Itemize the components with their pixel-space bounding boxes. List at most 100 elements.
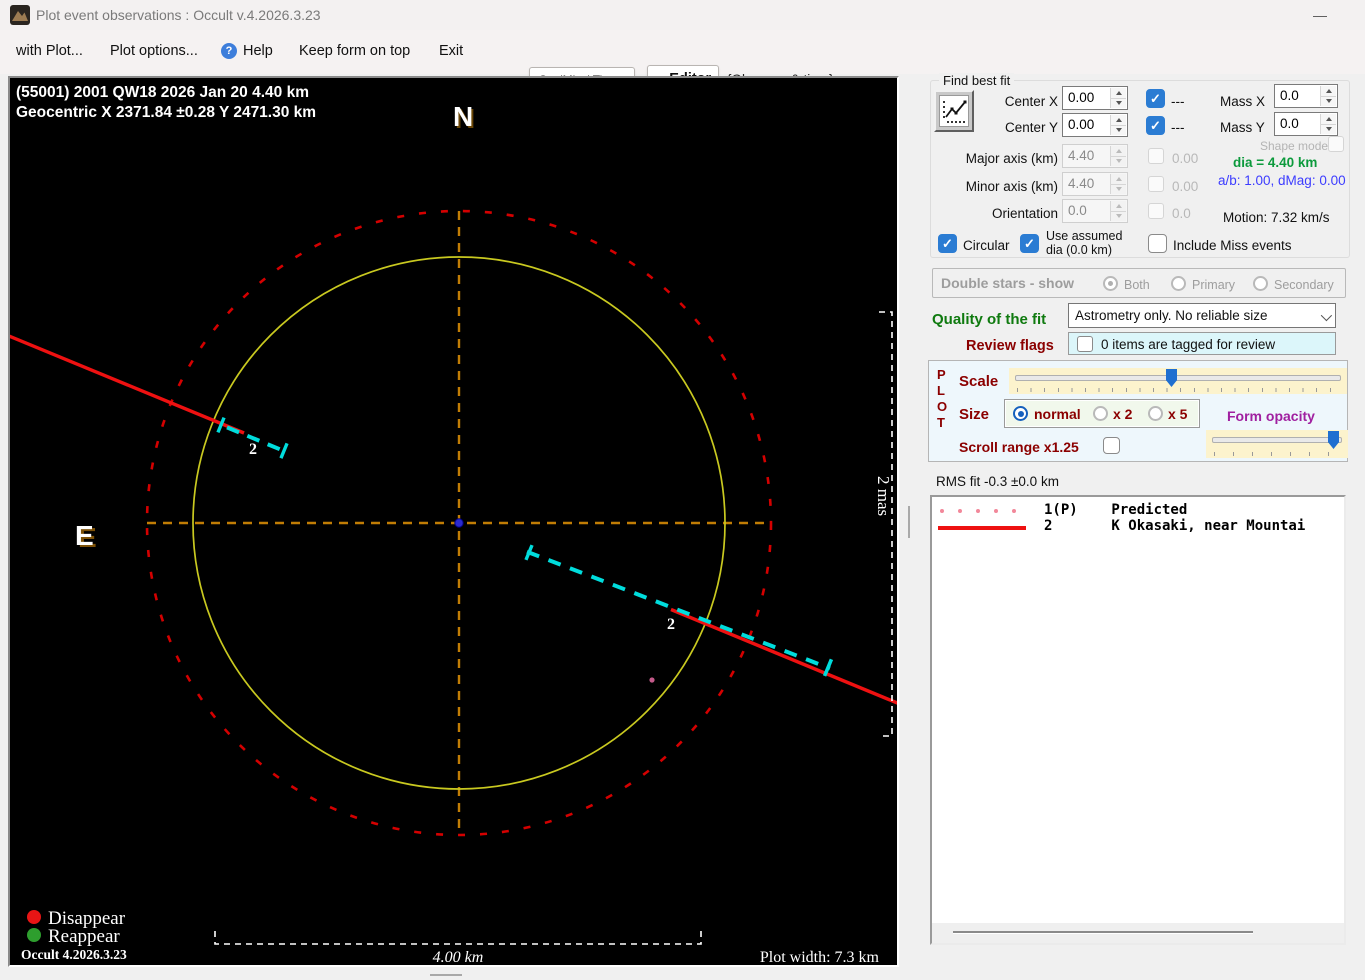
mass-x-spinner[interactable] <box>1320 86 1336 106</box>
shape-model-checkbox[interactable] <box>1328 136 1344 152</box>
menu-plot-options[interactable]: Plot options... <box>110 43 198 59</box>
predicted-path-right <box>670 607 897 705</box>
mass-y-label: Mass Y <box>1220 120 1265 135</box>
observations-list[interactable]: 1(P) Predicted 2 K Okasaki, near Mountai <box>930 495 1346 945</box>
horizontal-splitter-handle[interactable] <box>430 974 462 976</box>
form-opacity-slider[interactable] <box>1206 430 1348 458</box>
chevron-down-icon <box>1320 309 1333 322</box>
menu-bar: with Plot... Plot options... ? Help Keep… <box>0 30 1365 94</box>
mass-y-input[interactable]: 0.0 <box>1274 112 1338 136</box>
use-assumed-checkbox[interactable]: ✓ <box>1020 234 1039 253</box>
minimize-button[interactable]: — <box>1300 2 1340 28</box>
major-axis-spinner <box>1110 146 1126 166</box>
find-best-fit-label: Find best fit <box>939 73 1015 88</box>
size-x5-radio[interactable] <box>1148 406 1163 421</box>
help-icon[interactable]: ? <box>221 43 237 59</box>
double-both-radio[interactable] <box>1103 276 1118 291</box>
orientation-input: 0.0 <box>1062 199 1128 223</box>
menu-help[interactable]: Help <box>243 43 273 59</box>
double-secondary-radio[interactable] <box>1253 276 1268 291</box>
mass-x-label: Mass X <box>1220 94 1266 109</box>
find-best-fit-button[interactable] <box>934 90 974 132</box>
center-x-dash: --- <box>1171 94 1185 109</box>
north-label: N <box>453 101 473 132</box>
plot-header-line2: Geocentric X 2371.84 ±0.28 Y 2471.30 km <box>16 104 316 121</box>
menu-keep-on-top[interactable]: Keep form on top <box>299 43 410 59</box>
scale-slider-thumb[interactable] <box>1166 369 1177 387</box>
center-x-input[interactable]: 0.00 <box>1062 86 1128 110</box>
vertical-scale-label: 2 mas <box>874 476 893 516</box>
center-x-spinner[interactable] <box>1110 88 1126 108</box>
major-axis-checkbox[interactable] <box>1148 148 1164 164</box>
size-x2-radio[interactable] <box>1093 406 1108 421</box>
size-x2-label: x 2 <box>1113 406 1133 422</box>
predicted-path-left <box>10 334 245 435</box>
vertical-splitter-handle[interactable] <box>908 506 910 538</box>
orientation-spinner <box>1110 201 1126 221</box>
east-label: E <box>75 520 94 551</box>
legend-reappear: Reappear <box>48 926 120 947</box>
occultation-plot[interactable]: 2 2 2 mas 4.00 km Plot width: 7.3 km (55… <box>8 76 899 967</box>
major-axis-label: Major axis (km) <box>965 151 1058 166</box>
circular-label: Circular <box>963 238 1010 253</box>
size-normal-radio[interactable] <box>1013 406 1028 421</box>
major-axis-alt: 0.00 <box>1172 151 1199 166</box>
event-point <box>649 677 655 683</box>
orientation-label: Orientation <box>991 206 1058 221</box>
size-label: Size <box>959 406 990 423</box>
vertical-scale-bracket <box>879 311 893 737</box>
form-opacity-label: Form opacity <box>1227 408 1315 424</box>
scale-slider[interactable] <box>1009 368 1347 394</box>
size-radio-group: normal x 2 x 5 <box>1004 399 1200 428</box>
double-primary-label: Primary <box>1192 278 1236 292</box>
minor-axis-checkbox[interactable] <box>1148 176 1164 192</box>
observed-line-icon <box>938 526 1026 530</box>
minor-axis-spinner <box>1110 174 1126 194</box>
review-flags-label: Review flags <box>966 338 1054 354</box>
orientation-checkbox[interactable] <box>1148 203 1164 219</box>
review-flags-text: 0 items are tagged for review <box>1101 337 1276 352</box>
size-normal-label: normal <box>1034 406 1081 422</box>
center-x-label: Center X <box>1004 94 1058 109</box>
scroll-range-label: Scroll range x1.25 <box>959 439 1079 455</box>
horizontal-scale-label: 4.00 km <box>433 949 484 965</box>
include-miss-checkbox[interactable] <box>1148 234 1167 253</box>
use-assumed-label: Use assumed dia (0.0 km) <box>1046 229 1123 257</box>
diameter-label: dia = 4.40 km <box>1233 155 1318 170</box>
review-flags-box: 0 items are tagged for review <box>1068 332 1336 355</box>
orientation-alt: 0.0 <box>1172 206 1191 221</box>
plot-version-label: Occult 4.2026.3.23 <box>21 947 127 962</box>
chord2-label-left: 2 <box>249 441 257 458</box>
center-y-label: Center Y <box>1004 120 1058 135</box>
circular-checkbox[interactable]: ✓ <box>938 234 957 253</box>
center-y-checkbox[interactable]: ✓ <box>1146 116 1165 135</box>
predicted-line-icon <box>940 509 1030 513</box>
chord2-label-right: 2 <box>667 616 675 633</box>
disappear-dot-icon <box>27 910 41 924</box>
mass-x-input[interactable]: 0.0 <box>1274 84 1338 108</box>
menu-exit[interactable]: Exit <box>439 43 463 59</box>
plot-letter-o: O <box>937 399 948 414</box>
occult-window: Plot event observations : Occult v.4.202… <box>0 0 1365 980</box>
menu-with-plot[interactable]: with Plot... <box>16 43 83 59</box>
list-item[interactable]: 1(P) Predicted <box>1044 502 1344 518</box>
center-x-checkbox[interactable]: ✓ <box>1146 89 1165 108</box>
quality-select[interactable]: Astrometry only. No reliable size <box>1068 303 1336 328</box>
review-flags-checkbox[interactable] <box>1077 336 1093 352</box>
list-item[interactable]: 2 K Okasaki, near Mountai <box>1044 518 1344 534</box>
minor-axis-label: Minor axis (km) <box>965 179 1058 194</box>
mass-y-spinner[interactable] <box>1320 114 1336 134</box>
list-scrollbar[interactable] <box>932 923 1344 943</box>
plot-letter-l: L <box>937 383 945 398</box>
form-opacity-slider-thumb[interactable] <box>1328 431 1339 449</box>
double-both-label: Both <box>1124 278 1150 292</box>
motion-label: Motion: 7.32 km/s <box>1223 210 1330 225</box>
horizontal-scale-bracket <box>214 931 702 945</box>
center-y-spinner[interactable] <box>1110 115 1126 135</box>
scroll-range-checkbox[interactable] <box>1103 437 1120 454</box>
center-y-input[interactable]: 0.00 <box>1062 113 1128 137</box>
double-primary-radio[interactable] <box>1171 276 1186 291</box>
fit-chart-icon <box>943 100 967 123</box>
plot-canvas: 2 2 2 mas 4.00 km Plot width: 7.3 km (55… <box>10 84 897 965</box>
list-scrollbar-thumb[interactable] <box>953 931 1253 934</box>
